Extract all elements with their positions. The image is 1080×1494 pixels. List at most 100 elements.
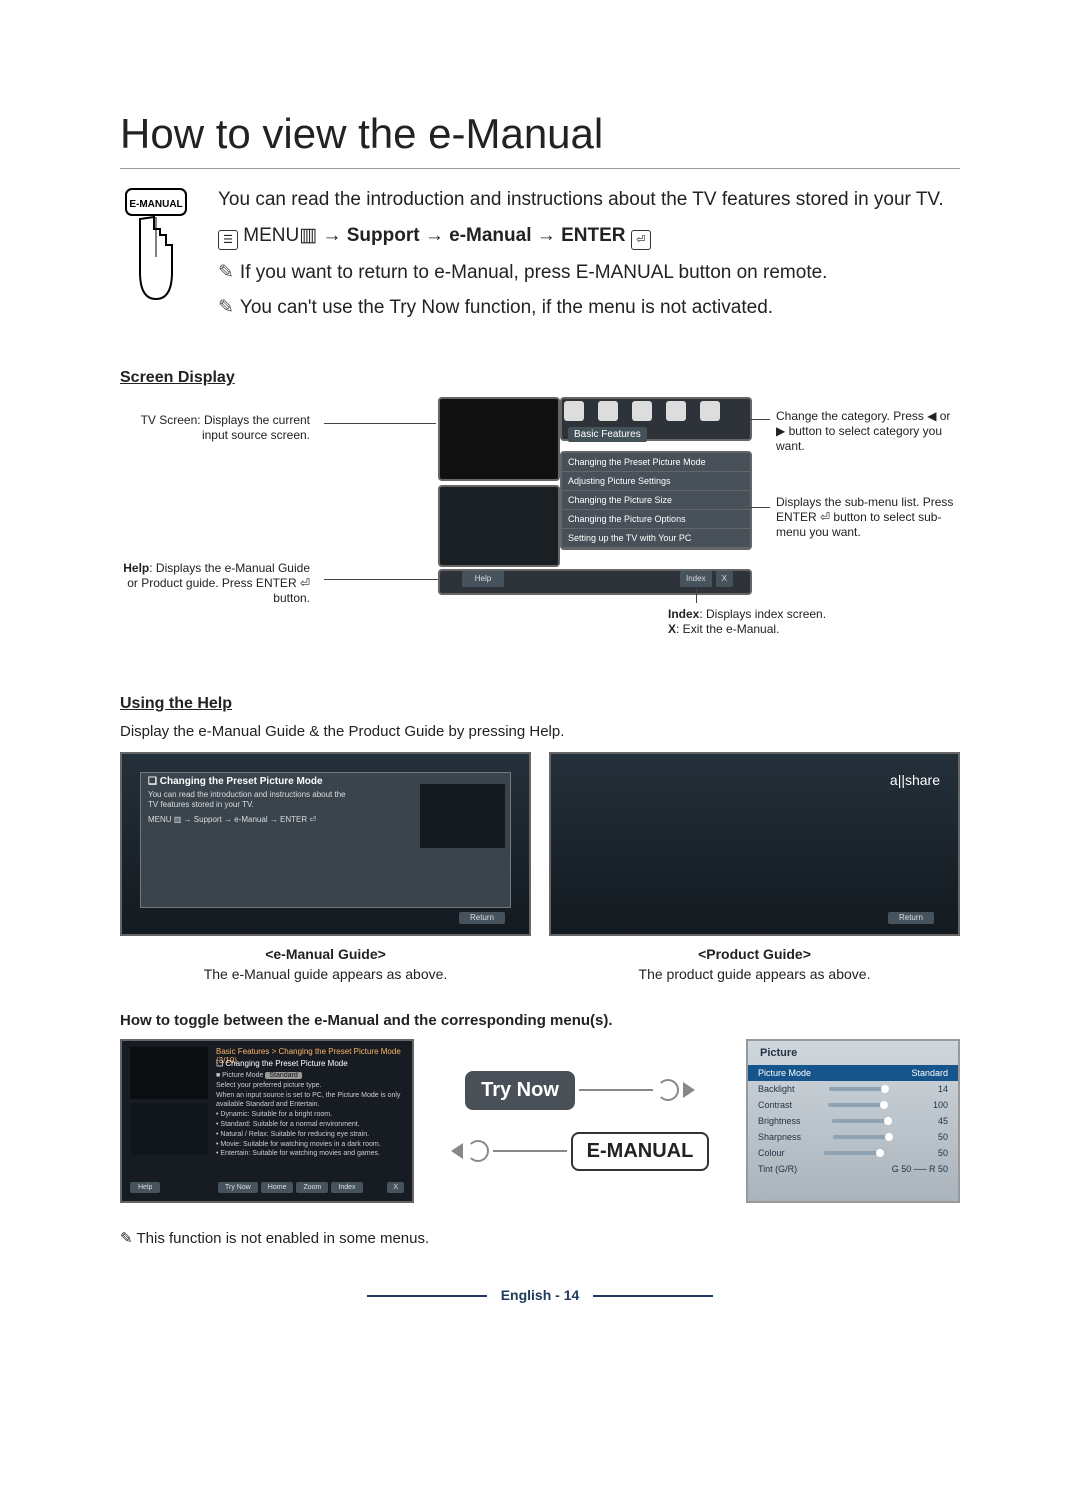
category-label: Basic Features: [568, 427, 647, 442]
category-icon: [666, 401, 686, 421]
callout-index-x: IndexIndex: Displays index screen.: Disp…: [668, 607, 858, 637]
callout-submenu: Displays the sub-menu list. Press ENTER …: [776, 495, 960, 540]
page-title: How to view the e-Manual: [120, 110, 960, 169]
submenu-item: Changing the Picture Size: [562, 491, 750, 510]
manual-page: How to view the e-Manual E-MANUAL You ca…: [0, 0, 1080, 1363]
using-help-desc: Display the e-Manual Guide & the Product…: [120, 723, 960, 740]
slider-icon: [824, 1151, 884, 1155]
callout-line: [750, 507, 770, 508]
category-icon: [632, 401, 652, 421]
emanual-arrow: E-MANUAL: [451, 1132, 710, 1171]
arrow-left-icon: [451, 1143, 463, 1159]
menu-glyph-icon: ▥: [299, 225, 317, 246]
home-button: Home: [261, 1182, 294, 1193]
panel-content: ■ Picture Mode Standard Select your pref…: [216, 1071, 402, 1159]
remote-button-illustration: E-MANUAL: [120, 187, 192, 331]
callout-line: [750, 419, 770, 420]
panel-subheading: ❏ Changing the Preset Picture Mode: [216, 1059, 348, 1068]
picture-row: Colour 50: [748, 1145, 958, 1161]
footer-bar: [367, 1295, 487, 1297]
screen-display-diagram: TV Screen: Displays the current input so…: [120, 397, 960, 657]
nav-path: ☰ MENU▥ → Support → e-Manual → ENTER ⏎: [218, 223, 944, 250]
tv-screen-thumb: [438, 397, 560, 481]
note-icon: ✎: [218, 295, 234, 321]
category-icon: [598, 401, 618, 421]
note-icon: ✎: [120, 1230, 133, 1247]
slider-icon: [833, 1135, 893, 1139]
emanual-panel: Basic Features > Changing the Preset Pic…: [120, 1039, 414, 1203]
panel-thumb: [130, 1047, 208, 1099]
note-2: ✎You can't use the Try Now function, if …: [218, 295, 944, 321]
toggle-row: Basic Features > Changing the Preset Pic…: [120, 1039, 960, 1203]
toggle-footer-note: ✎ This function is not enabled in some m…: [120, 1229, 960, 1247]
index-button: Index: [331, 1182, 362, 1193]
submenu-item: Changing the Picture Options: [562, 510, 750, 529]
callout-category: Change the category. Press ◀ or ▶ button…: [776, 409, 960, 454]
arrow-curl-icon: [657, 1079, 679, 1101]
intro-row: E-MANUAL You can read the introduction a…: [120, 187, 960, 331]
guide2-desc: The product guide appears as above.: [549, 966, 960, 982]
slider-icon: [832, 1119, 892, 1123]
x-button: X: [387, 1182, 404, 1193]
emanual-guide-shot: ❏ Changing the Preset Picture Mode You c…: [120, 752, 531, 936]
arrow-bar: [493, 1150, 567, 1152]
shot1-title: ❏ Changing the Preset Picture Mode: [148, 776, 323, 787]
picture-rows: Picture Mode Standard Backlight 14 Contr…: [748, 1065, 958, 1177]
category-icon: [564, 401, 584, 421]
callout-tv: TV Screen: Displays the current input so…: [120, 413, 310, 443]
panel-buttons: Try Now Home Zoom Index: [218, 1182, 363, 1193]
guide2-title: <Product Guide>: [549, 946, 960, 962]
arrow-bar: [579, 1089, 653, 1091]
toggle-heading: How to toggle between the e-Manual and t…: [120, 1012, 960, 1029]
picture-row: Contrast 100: [748, 1097, 958, 1113]
category-icon: [700, 401, 720, 421]
picture-title: Picture: [760, 1047, 797, 1059]
shot1-mini: [420, 784, 505, 848]
note-1: ✎If you want to return to e-Manual, pres…: [218, 260, 944, 286]
help-pill: Help: [130, 1182, 160, 1193]
slider-icon: [828, 1103, 888, 1107]
bottom-right-buttons: Index X: [680, 571, 733, 587]
toggle-arrows: Try Now E-MANUAL: [422, 1039, 738, 1203]
try-now-arrow: Try Now: [465, 1071, 695, 1110]
picture-row: Sharpness 50: [748, 1129, 958, 1145]
picture-row: Brightness 45: [748, 1113, 958, 1129]
help-button: Help: [462, 571, 504, 587]
emanual-bubble: E-MANUAL: [571, 1132, 710, 1171]
panel-thumb: [130, 1103, 208, 1155]
return-button: Return: [888, 912, 934, 924]
zoom-button: Zoom: [296, 1182, 328, 1193]
try-now-bubble: Try Now: [465, 1071, 575, 1110]
callout-line: [696, 589, 697, 603]
using-help-heading: Using the Help: [120, 695, 960, 713]
arrow-curl-icon: [467, 1140, 489, 1162]
callout-help: Help: Displays the e-Manual Guide or Pro…: [120, 561, 310, 606]
intro-line1: You can read the introduction and instru…: [218, 187, 944, 213]
arrow-right-icon: [683, 1082, 695, 1098]
x-button: X: [716, 571, 733, 587]
help-screenshots: ❏ Changing the Preset Picture Mode You c…: [120, 752, 960, 936]
note-icon: ✎: [218, 260, 234, 286]
submenu-item: Adjusting Picture Settings: [562, 472, 750, 491]
remote-glyph-icon: ☰: [218, 230, 238, 250]
footer-bar: [593, 1295, 713, 1297]
callout-line: [324, 423, 436, 424]
intro-text: You can read the introduction and instru…: [218, 187, 944, 331]
submenu-list: Changing the Preset Picture Mode Adjusti…: [560, 451, 752, 550]
enter-glyph-icon: ⏎: [631, 230, 651, 250]
picture-row: Backlight 14: [748, 1081, 958, 1097]
category-icons: [564, 401, 720, 421]
remote-button-label-svg: E-MANUAL: [129, 199, 182, 210]
page-footer: English - 14: [120, 1287, 960, 1303]
slider-icon: [829, 1087, 889, 1091]
product-guide-shot: a||share Return: [549, 752, 960, 936]
picture-row: Picture Mode Standard: [748, 1065, 958, 1081]
picture-menu-panel: Picture Picture Mode Standard Backlight …: [746, 1039, 960, 1203]
guide1-title: <e-Manual Guide>: [120, 946, 531, 962]
guide1-desc: The e-Manual guide appears as above.: [120, 966, 531, 982]
submenu-item: Changing the Preset Picture Mode: [562, 453, 750, 472]
allshare-logo: a||share: [890, 772, 940, 788]
try-now-button: Try Now: [218, 1182, 258, 1193]
index-button: Index: [680, 571, 712, 587]
screen-display-heading: Screen Display: [120, 369, 960, 387]
